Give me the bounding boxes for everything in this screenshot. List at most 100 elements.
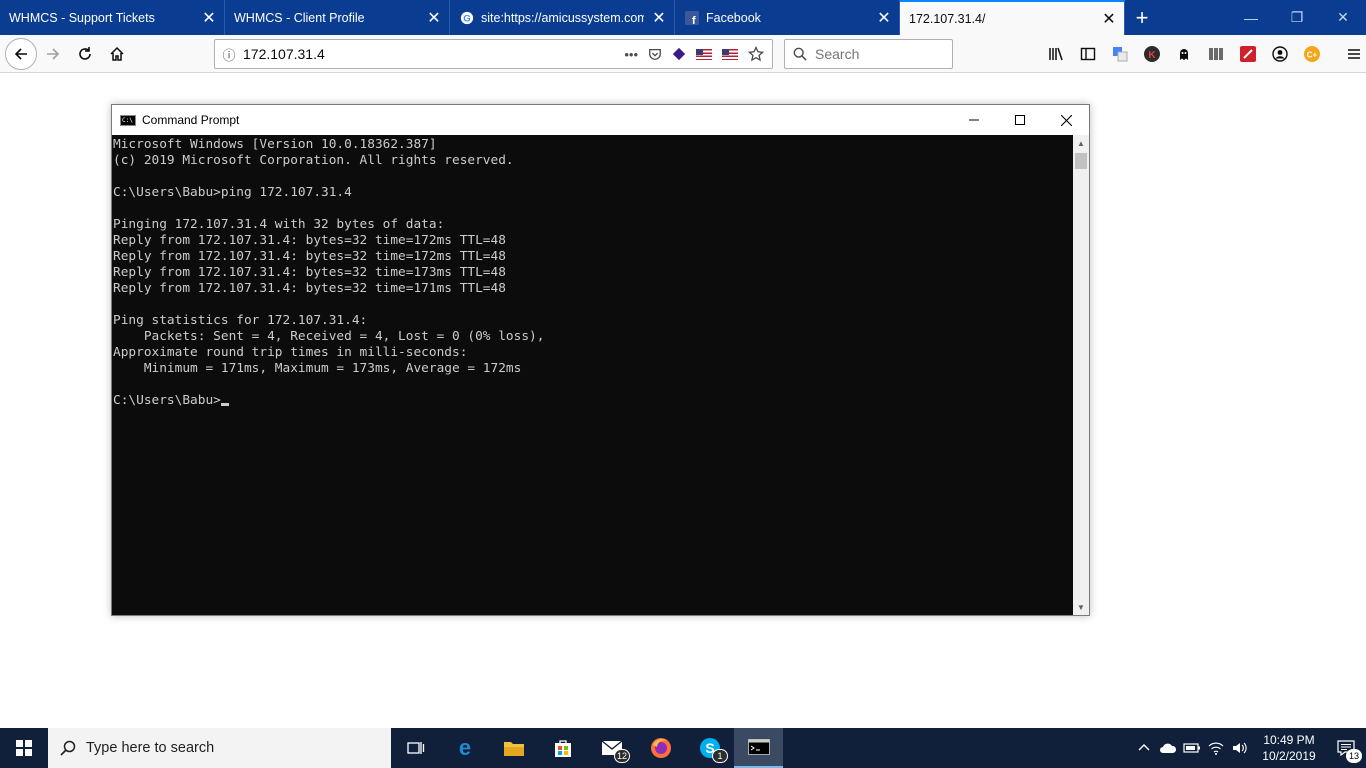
terminal-prompt-line[interactable]: C:\Users\Babu> [113, 393, 1073, 409]
chevron-up-icon[interactable] [1132, 728, 1156, 768]
mail-badge: 12 [613, 749, 630, 763]
terminal-line: C:\Users\Babu>ping 172.107.31.4 [113, 185, 352, 200]
tab-label: WHMCS - Support Tickets [9, 10, 155, 25]
arrow-left-icon [14, 47, 27, 60]
us-flag-icon[interactable] [696, 48, 712, 60]
barcode-extension-icon[interactable] [1200, 38, 1232, 70]
scroll-down-icon[interactable]: ▼ [1073, 599, 1089, 615]
scroll-thumb[interactable] [1075, 153, 1087, 169]
terminal-line: Minimum = 171ms, Maximum = 173ms, Averag… [113, 361, 522, 376]
close-window-icon[interactable]: ✕ [1320, 0, 1366, 35]
browser-nav-bar: ⓘ 172.107.31.4 ••• Search K C+ [0, 35, 1366, 73]
close-icon[interactable]: ✕ [194, 8, 224, 28]
back-button[interactable] [5, 37, 37, 70]
page-actions-icon[interactable]: ••• [624, 47, 638, 62]
task-view-button[interactable] [391, 728, 440, 768]
search-icon [60, 740, 76, 756]
volume-icon[interactable] [1228, 728, 1252, 768]
menu-icon[interactable] [1338, 38, 1366, 70]
close-icon[interactable]: ✕ [869, 8, 899, 28]
windows-taskbar: Type here to search e 12 S 1 10:49 PM 10… [0, 728, 1366, 768]
search-icon [793, 47, 807, 61]
restore-icon[interactable]: ❐ [1274, 0, 1320, 35]
battery-icon[interactable] [1180, 728, 1204, 768]
tab-support-tickets[interactable]: WHMCS - Support Tickets ✕ [0, 0, 225, 35]
search-input[interactable] [815, 46, 935, 62]
coupon-extension-icon[interactable]: C+ [1296, 38, 1328, 70]
notification-badge: 13 [1346, 749, 1362, 763]
search-bar[interactable] [784, 39, 953, 69]
store-app[interactable] [538, 728, 587, 768]
tab-active-ip[interactable]: 172.107.31.4/ ✕ [900, 0, 1125, 35]
url-text[interactable]: 172.107.31.4 [243, 46, 624, 62]
sidebar-icon[interactable] [1072, 38, 1104, 70]
reload-button[interactable] [69, 38, 101, 70]
tab-google-search[interactable]: G site:https://amicussystem.com ✕ [450, 0, 675, 35]
close-icon[interactable]: ✕ [644, 8, 674, 28]
tab-label: WHMCS - Client Profile [234, 10, 365, 25]
maximize-icon[interactable] [997, 105, 1043, 135]
skype-app[interactable]: S 1 [685, 728, 734, 768]
clock-time: 10:49 PM [1263, 733, 1315, 747]
terminal-output[interactable]: Microsoft Windows [Version 10.0.18362.38… [112, 135, 1073, 615]
us-flag-icon[interactable] [722, 48, 738, 60]
task-view-icon [406, 742, 424, 754]
scroll-up-icon[interactable]: ▲ [1073, 135, 1089, 151]
terminal-line: Reply from 172.107.31.4: bytes=32 time=1… [113, 265, 506, 280]
terminal-line: Pinging 172.107.31.4 with 32 bytes of da… [113, 217, 445, 232]
tab-client-profile[interactable]: WHMCS - Client Profile ✕ [225, 0, 450, 35]
cmd-scrollbar[interactable]: ▲ ▼ [1073, 135, 1089, 615]
start-button[interactable] [0, 728, 48, 768]
tab-facebook[interactable]: f Facebook ✕ [675, 0, 900, 35]
terminal-prompt: C:\Users\Babu> [113, 393, 221, 408]
bookmark-star-icon[interactable] [748, 46, 764, 62]
close-icon[interactable]: ✕ [419, 8, 449, 28]
edge-app[interactable]: e [440, 728, 489, 768]
browser-tab-strip: WHMCS - Support Tickets ✕ WHMCS - Client… [0, 0, 1366, 35]
windows-logo-icon [16, 740, 32, 756]
firefox-app[interactable] [636, 728, 685, 768]
cmd-icon [747, 739, 770, 755]
command-prompt-app[interactable] [734, 728, 783, 768]
reload-icon [79, 46, 91, 60]
library-icon[interactable] [1040, 38, 1072, 70]
mail-app[interactable]: 12 [587, 728, 636, 768]
tab-label: 172.107.31.4/ [909, 11, 986, 26]
taskbar-apps: e 12 S 1 [391, 728, 783, 768]
close-icon[interactable]: ✕ [1094, 9, 1124, 29]
taskbar-search-box[interactable]: Type here to search [48, 728, 391, 768]
terminal-line: Ping statistics for 172.107.31.4: [113, 313, 368, 328]
facebook-icon: f [684, 10, 700, 26]
ghost-extension-icon[interactable] [1168, 38, 1200, 70]
svg-text:G: G [463, 13, 470, 24]
account-icon[interactable] [1264, 38, 1296, 70]
action-center-button[interactable]: 13 [1326, 728, 1366, 768]
k-extension-icon[interactable]: K [1136, 38, 1168, 70]
edge-icon: e [458, 737, 470, 759]
file-explorer-app[interactable] [489, 728, 538, 768]
cmd-title-bar[interactable]: C:\ Command Prompt [112, 105, 1089, 135]
minimize-icon[interactable]: — [1228, 0, 1274, 35]
translate-icon[interactable] [1104, 38, 1136, 70]
pocket-icon[interactable] [648, 47, 662, 61]
tab-label: Facebook [706, 10, 761, 25]
new-tab-button[interactable]: + [1125, 0, 1159, 35]
minimize-icon[interactable] [951, 105, 997, 135]
forward-button[interactable] [37, 38, 69, 70]
wifi-icon[interactable] [1204, 728, 1228, 768]
url-bar[interactable]: ⓘ 172.107.31.4 ••• [214, 39, 773, 69]
home-button[interactable] [101, 38, 133, 70]
pdf-extension-icon[interactable] [1232, 38, 1264, 70]
command-prompt-window[interactable]: C:\ Command Prompt Microsoft Windows [Ve… [111, 104, 1090, 616]
extension-diamond-icon[interactable] [672, 47, 686, 61]
svg-text:e: e [458, 737, 470, 759]
onedrive-icon[interactable] [1156, 728, 1180, 768]
system-clock[interactable]: 10:49 PM 10/2/2019 [1252, 732, 1326, 764]
close-icon[interactable] [1043, 105, 1089, 135]
info-icon[interactable]: ⓘ [215, 45, 243, 64]
store-icon [554, 740, 571, 757]
svg-text:C+: C+ [1307, 51, 1318, 60]
